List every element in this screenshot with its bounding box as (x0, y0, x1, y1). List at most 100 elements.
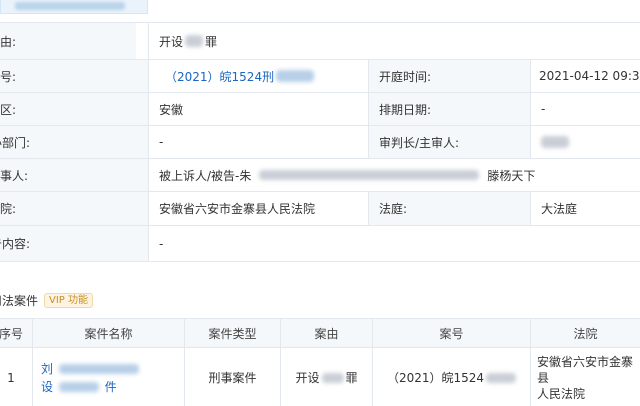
label-text: 审判长/主审人: (379, 135, 460, 150)
value-cause: 开设 罪 (148, 23, 640, 59)
cell-index: 1 (0, 348, 32, 406)
cell-text: （2021）皖1524 (386, 371, 485, 385)
court-line-2: 人民法院 (537, 386, 586, 401)
redacted-text (58, 364, 139, 374)
label-schedule-date: 排期日期: (368, 93, 530, 125)
cell-case-number: （2021）皖1524 (372, 348, 530, 406)
case-detail-table: 案由: 开设 罪 案号: （2021）皖1524刑 开庭时间: 2021-04-… (0, 22, 640, 262)
case-name-line-2: 设 件 (41, 378, 117, 396)
value-schedule-date: - (530, 93, 640, 125)
redacted-text (486, 372, 517, 383)
label-courtroom: 法庭: (368, 192, 530, 225)
detail-row-case-number: 案号: （2021）皖1524刑 开庭时间: 2021-04-12 09:36 (0, 60, 640, 93)
value-hearing-time: 2021-04-12 09:36 (530, 60, 640, 92)
value-text: 2021-04-12 09:36 (539, 69, 640, 83)
label-parties: 当事人: (0, 159, 148, 191)
redacted-text (541, 136, 569, 148)
detail-row-region: 地区: 安徽 排期日期: - (0, 93, 640, 126)
top-bar (0, 0, 640, 22)
cell-text-tail: 罪 (345, 371, 358, 385)
value-tail: 罪 (205, 34, 218, 49)
header-text: 案由 (314, 326, 339, 341)
label-text: 法院: (0, 202, 17, 216)
case-name-line-1: 刘 (41, 360, 139, 378)
th-case-name: 案件名称 (32, 319, 184, 347)
header-text: 序号 (0, 326, 23, 341)
value-text: 被上诉人/被告-朱 (159, 168, 252, 183)
label-text: 公告内容: (0, 237, 31, 251)
value-text: - (541, 102, 546, 116)
header-text: 案件类型 (208, 326, 257, 341)
case-name-link[interactable]: 刘 (41, 362, 53, 376)
detail-row-announcement: 公告内容: - (0, 226, 640, 262)
value-text: - (159, 135, 164, 149)
blurred-tab-label (15, 2, 125, 10)
label-text: 当事人: (0, 168, 29, 183)
header-text: 案号 (439, 326, 464, 341)
label-case-number: 案号: (0, 60, 148, 92)
header-text: 案件名称 (84, 326, 133, 341)
value-text: 大法庭 (541, 202, 578, 216)
vip-badge[interactable]: VIP 功能 (44, 292, 94, 308)
label-court: 法院: (0, 192, 148, 225)
value-region: 安徽 (148, 93, 368, 125)
th-cause: 案由 (280, 319, 372, 347)
detail-row-court: 法院: 安徽省六安市金寨县人民法院 法庭: 大法庭 (0, 192, 640, 226)
value-court: 安徽省六安市金寨县人民法院 (148, 192, 368, 225)
detail-row-cause: 案由: 开设 罪 (0, 23, 640, 60)
redacted-text (58, 382, 99, 392)
cell-court: 安徽省六安市金寨县 人民法院 (530, 348, 640, 406)
court-line-1: 安徽省六安市金寨县 (537, 354, 634, 385)
detail-row-parties: 当事人: 被上诉人/被告-朱 滕杨天下 (0, 159, 640, 192)
cell-case-type: 刑事案件 (184, 348, 280, 406)
label-region: 地区: (0, 93, 148, 125)
table-row[interactable]: 1 刘 设 件 刑事案件 开设 罪 （2021）皖1524 安徽省六安市金寨县 … (0, 348, 640, 406)
label-text: 案号: (0, 69, 17, 84)
cell-text: 刑事案件 (208, 371, 257, 385)
cell-text: 1 (7, 370, 15, 385)
label-department: 承办部门: (0, 126, 148, 158)
value-department: - (148, 126, 368, 158)
th-court: 法院 (530, 319, 640, 347)
value-text: 安徽 (159, 102, 184, 117)
vip-label: VIP 功能 (49, 294, 89, 306)
label-text: 案由: (0, 34, 17, 49)
label-judge: 审判长/主审人: (368, 126, 530, 158)
value-text: - (159, 236, 164, 251)
label-text: 开庭时间: (379, 69, 432, 84)
th-index: 序号 (0, 319, 32, 347)
label-announcement: 公告内容: (0, 226, 148, 261)
value-case-number: （2021）皖1524刑 (148, 60, 368, 92)
label-text: 承办部门: (0, 135, 31, 150)
case-name-link[interactable]: 设 (41, 380, 53, 394)
label-text: 法庭: (379, 202, 408, 216)
label-text: 排期日期: (379, 102, 432, 117)
case-name-link-tail[interactable]: 件 (105, 380, 117, 394)
related-cases-title: 司法案件 VIP 功能 (0, 289, 94, 311)
header-text: 法院 (573, 326, 598, 341)
redacted-text (321, 372, 344, 383)
section-title-text: 司法案件 (0, 293, 39, 308)
label-text: 地区: (0, 102, 17, 117)
redacted-text (185, 35, 204, 47)
cell-text: 开设 (295, 371, 320, 385)
value-announcement: - (148, 226, 640, 261)
case-number-link[interactable]: （2021）皖1524刑 (165, 68, 274, 85)
label-hearing-time: 开庭时间: (368, 60, 530, 92)
top-tab[interactable] (0, 0, 148, 14)
table-header: 序号 案件名称 案件类型 案由 案号 法院 (0, 318, 640, 348)
value-parties: 被上诉人/被告-朱 滕杨天下 (148, 159, 640, 191)
value-text: 开设 (159, 34, 184, 49)
value-tail: 滕杨天下 (487, 168, 536, 183)
value-courtroom: 大法庭 (530, 192, 640, 225)
th-case-type: 案件类型 (184, 319, 280, 347)
detail-row-department: 承办部门: - 审判长/主审人: (0, 126, 640, 159)
redacted-text (259, 170, 480, 180)
value-text: 安徽省六安市金寨县人民法院 (159, 202, 316, 216)
label-cause: 案由: (0, 23, 136, 59)
cell-cause: 开设 罪 (280, 348, 372, 406)
th-case-number: 案号 (372, 319, 530, 347)
redacted-text (276, 70, 315, 82)
value-judge (530, 126, 640, 158)
cell-case-name[interactable]: 刘 设 件 (32, 348, 184, 406)
